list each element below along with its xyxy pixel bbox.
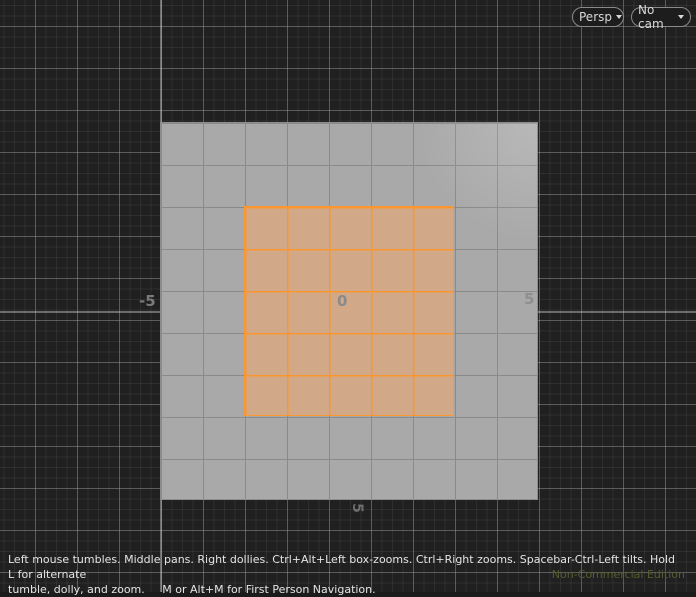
chevron-down-icon: [678, 15, 684, 19]
camera-menu-button[interactable]: No cam: [631, 3, 691, 31]
axis-label-x-positive: 5: [524, 290, 535, 308]
axis-label-z-positive: 5: [348, 503, 365, 513]
chevron-down-icon: [616, 15, 622, 19]
selected-primitives[interactable]: [244, 206, 454, 416]
axis-label-x-negative: -5: [139, 292, 156, 310]
edition-watermark: Non-Commercial Edition: [551, 568, 685, 581]
scene-viewport[interactable]: -5 0 5 5: [0, 0, 696, 592]
view-menu-label: Persp: [579, 10, 612, 24]
view-menu-button[interactable]: Persp: [572, 7, 624, 27]
camera-menu-label: No cam: [638, 3, 664, 31]
help-line-2: tumble, dolly, and zoom. M or Alt+M for …: [8, 583, 376, 596]
axis-label-origin: 0: [337, 292, 348, 310]
